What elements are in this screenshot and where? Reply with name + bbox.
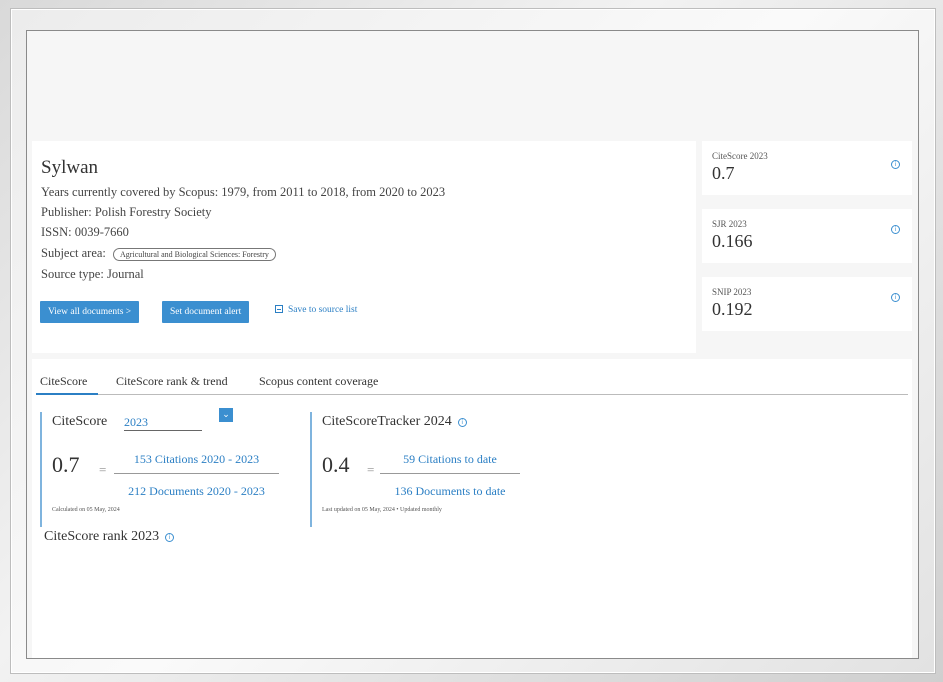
snip-metric-card: SNIP 2023 0.192 i [702,277,912,331]
tracker-fraction-bar [380,473,520,474]
view-all-documents-button[interactable]: View all documents > [40,301,140,323]
citescore-rank-title: CiteScore rank 2023 i [44,529,175,545]
sjr-info-icon[interactable]: i [891,225,900,234]
sjr-metric-label: SJR 2023 [712,219,747,229]
tracker-panel-title: CiteScoreTracker 2024 i [322,414,467,430]
years-label: Years currently covered by Scopus: [41,185,219,199]
citescore-fraction-bar [114,473,279,474]
scopus-source-page: Sylwan Years currently covered by Scopus… [26,30,919,659]
snip-metric-value: 0.192 [712,299,753,319]
citescore-citations-link[interactable]: 153 Citations 2020 - 2023 [114,452,279,467]
citescore-panel-title: CiteScore [52,414,108,429]
citescore-metric-value: 0.7 [712,163,735,183]
type-value: Journal [106,267,144,281]
citescore-documents-link[interactable]: 212 Documents 2020 - 2023 [114,484,279,499]
source-details-card: Sylwan Years currently covered by Scopus… [32,141,696,353]
chevron-down-icon[interactable]: ⌄ [219,408,233,422]
snip-info-icon[interactable]: i [891,293,900,302]
subject-area-tag[interactable]: Agricultural and Biological Sciences: Fo… [113,247,276,261]
active-tab-indicator [36,393,98,395]
publisher: Publisher: Polish Forestry Society [41,205,212,220]
subject-label: Subject area: [41,246,106,260]
publisher-value: Polish Forestry Society [94,205,212,219]
subject-area: Subject area: Agricultural and Biologica… [41,246,276,261]
publisher-label: Publisher: [41,205,92,219]
citescore-tracker-panel: CiteScoreTracker 2024 i 0.4 = 59 Citation… [310,412,572,527]
tracker-title-text: CiteScoreTracker 2024 [322,414,452,429]
citescore-year-value: 2023 [124,415,148,429]
citescore-info-icon[interactable]: i [891,160,900,169]
issn: ISSN: 0039-7660 [41,225,129,240]
metrics-tabs-area: CiteScore CiteScore rank & trend Scopus … [32,359,912,658]
save-to-source-list-label: Save to source list [288,305,358,315]
years-value: 1979, from 2011 to 2018, from 2020 to 20… [221,185,446,199]
tab-scopus-content-coverage[interactable]: Scopus content coverage [259,374,378,389]
rank-title-text: CiteScore rank 2023 [44,529,160,544]
tracker-updated-note: Last updated on 05 May, 2024 • Updated m… [322,507,442,513]
citescore-equals: = [99,462,107,477]
citescore-metric-card: CiteScore 2023 0.7 i [702,141,912,195]
citescore-year-select[interactable]: 2023 [124,415,202,431]
sjr-metric-card: SJR 2023 0.166 i [702,209,912,263]
sjr-metric-value: 0.166 [712,231,753,251]
issn-label: ISSN: [41,225,72,239]
snip-metric-label: SNIP 2023 [712,287,752,297]
issn-value: 0039-7660 [74,225,129,239]
tab-citescore-rank-trend[interactable]: CiteScore rank & trend [116,374,228,389]
tab-citescore[interactable]: CiteScore [40,374,87,389]
tracker-equals: = [367,462,375,477]
tracker-big-value: 0.4 [322,452,350,477]
tracker-citations-link[interactable]: 59 Citations to date [380,452,520,467]
rank-info-icon[interactable]: i [165,533,175,542]
years-covered: Years currently covered by Scopus: 1979,… [41,185,445,200]
tab-divider [36,394,908,395]
tracker-documents-link[interactable]: 136 Documents to date [380,484,520,499]
save-to-source-list-link[interactable]: Save to source list [275,305,357,315]
save-list-icon [275,305,283,313]
citescore-big-value: 0.7 [52,452,80,477]
citescore-panel: CiteScore 2023 ⌄ 0.7 = 153 Citations 202… [40,408,302,527]
citescore-calculated-note: Calculated on 05 May, 2024 [52,507,120,513]
citescore-metric-label: CiteScore 2023 [712,151,768,161]
tracker-info-icon[interactable]: i [457,418,467,427]
source-type: Source type: Journal [41,267,144,282]
source-title: Sylwan [41,157,98,178]
type-label: Source type: [41,267,104,281]
set-document-alert-button[interactable]: Set document alert [162,301,250,323]
